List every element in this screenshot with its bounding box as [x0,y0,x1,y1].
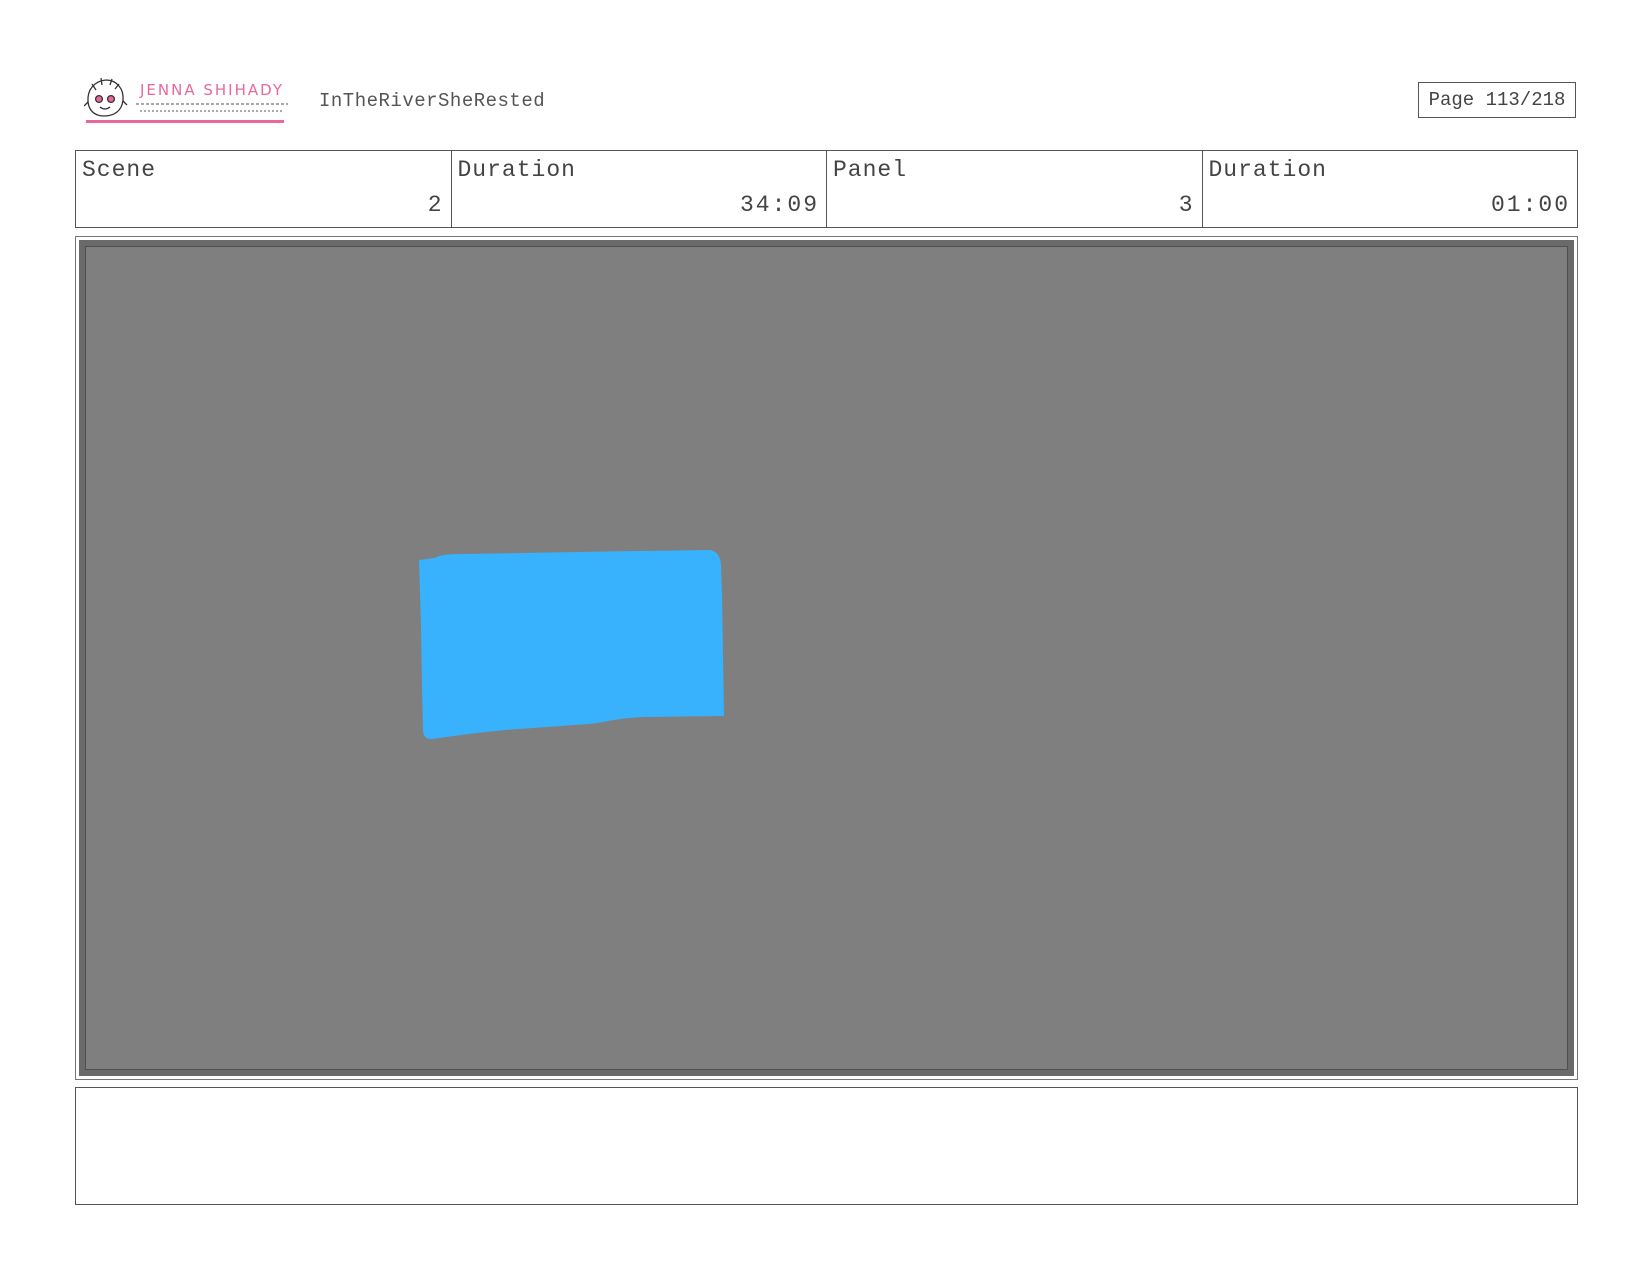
scene-cell: Scene 2 [76,151,452,227]
storyboard-panel-image [79,240,1574,1076]
logo-wordmark: JENNA SHIHADY [139,81,284,99]
scene-duration-label: Duration [457,157,576,183]
panel-cell: Panel 3 [827,151,1203,227]
project-title: InTheRiverSheRested [319,90,546,112]
panel-notes-box [75,1087,1578,1205]
scene-value: 2 [427,192,444,218]
jenna-shihady-logo: JENNA SHIHADY [83,76,290,126]
scene-duration-cell: Duration 34:09 [452,151,827,227]
logo-mascot-icon [83,77,128,117]
scene-duration-value: 34:09 [739,192,819,218]
panel-info-table: Scene 2 Duration 34:09 Panel 3 Duration … [75,150,1578,228]
panel-duration-value: 01:00 [1490,192,1570,218]
page-number: Page 113/218 [1418,82,1576,118]
logo-tagline-scribble [136,103,288,112]
panel-duration-cell: Duration 01:00 [1203,151,1578,227]
panel-label: Panel [833,157,908,183]
blue-rectangle-sketch [419,550,724,739]
panel-value: 3 [1178,192,1195,218]
storyboard-panel-frame [75,236,1578,1080]
scene-label: Scene [82,157,157,183]
panel-drawing [419,550,724,739]
logo-underline [86,120,284,123]
panel-duration-label: Duration [1208,157,1327,183]
